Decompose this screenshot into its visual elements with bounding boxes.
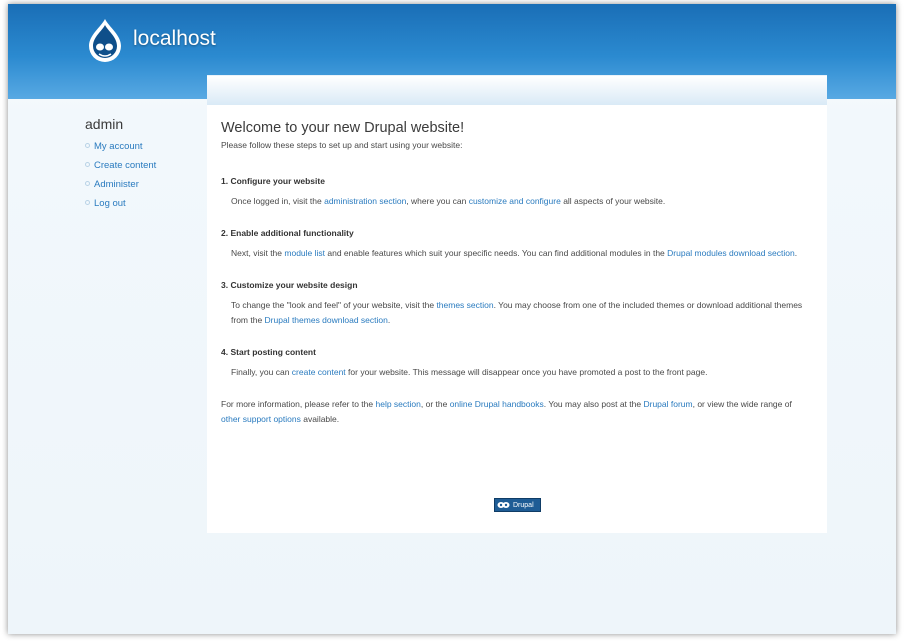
- bullet-icon: [85, 162, 90, 167]
- browser-viewport: localhost admin My account Create conten…: [8, 4, 896, 634]
- drupal-modules-download-link[interactable]: Drupal modules download section: [667, 248, 795, 258]
- menu-item-log-out: Log out: [85, 194, 205, 213]
- intro-text: Please follow these steps to set up and …: [221, 140, 463, 150]
- steps-list: 1. Configure your website Once logged in…: [221, 176, 813, 380]
- step-title: 2. Enable additional functionality: [221, 228, 354, 238]
- customize-configure-link[interactable]: customize and configure: [469, 196, 561, 206]
- step-item: 2. Enable additional functionality Next,…: [221, 228, 813, 261]
- menu-item-my-account: My account: [85, 137, 205, 156]
- my-account-link[interactable]: My account: [94, 141, 143, 152]
- step-body: To change the "look and feel" of your we…: [231, 300, 803, 325]
- drupal-drop-logo-icon[interactable]: [88, 18, 122, 62]
- create-content-inline-link[interactable]: create content: [292, 367, 346, 377]
- online-handbooks-link[interactable]: online Drupal handbooks: [450, 399, 544, 409]
- menu-item-create-content: Create content: [85, 156, 205, 175]
- user-menu: My account Create content Administer Log…: [85, 137, 205, 213]
- bullet-icon: [85, 181, 90, 186]
- content-top-bar: [207, 75, 827, 106]
- create-content-link[interactable]: Create content: [94, 160, 156, 171]
- step-body: Finally, you can create content for your…: [231, 367, 708, 377]
- user-menu-block: admin My account Create content Administ…: [85, 116, 205, 213]
- administer-link[interactable]: Administer: [94, 179, 139, 190]
- bullet-icon: [85, 200, 90, 205]
- module-list-link[interactable]: module list: [284, 248, 325, 258]
- step-body: Once logged in, visit the administration…: [231, 196, 666, 206]
- user-name-heading: admin: [85, 116, 124, 132]
- bullet-icon: [85, 143, 90, 148]
- badge-label: Drupal: [513, 501, 534, 509]
- step-item: 1. Configure your website Once logged in…: [221, 176, 813, 209]
- step-title: 1. Configure your website: [221, 176, 325, 186]
- drupal-forum-link[interactable]: Drupal forum: [643, 399, 692, 409]
- drupal-logo-icon: [497, 502, 510, 508]
- administration-section-link[interactable]: administration section: [324, 196, 406, 206]
- step-item: 3. Customize your website design To chan…: [221, 280, 813, 328]
- help-section-link[interactable]: help section: [376, 399, 421, 409]
- menu-item-administer: Administer: [85, 175, 205, 194]
- other-support-options-link[interactable]: other support options: [221, 414, 301, 424]
- step-title: 3. Customize your website design: [221, 280, 358, 290]
- step-body: Next, visit the module list and enable f…: [231, 248, 798, 258]
- log-out-link[interactable]: Log out: [94, 198, 126, 209]
- powered-by-drupal-badge[interactable]: Drupal: [494, 498, 541, 512]
- step-title: 4. Start posting content: [221, 347, 316, 357]
- themes-section-link[interactable]: themes section: [436, 300, 493, 310]
- site-name-link[interactable]: localhost: [133, 27, 216, 51]
- page-title: Welcome to your new Drupal website!: [221, 120, 465, 136]
- more-info-text: For more information, please refer to th…: [221, 399, 792, 424]
- drupal-themes-download-link[interactable]: Drupal themes download section: [265, 315, 388, 325]
- main-content: Welcome to your new Drupal website! Plea…: [207, 105, 827, 533]
- step-item: 4. Start posting content Finally, you ca…: [221, 347, 813, 380]
